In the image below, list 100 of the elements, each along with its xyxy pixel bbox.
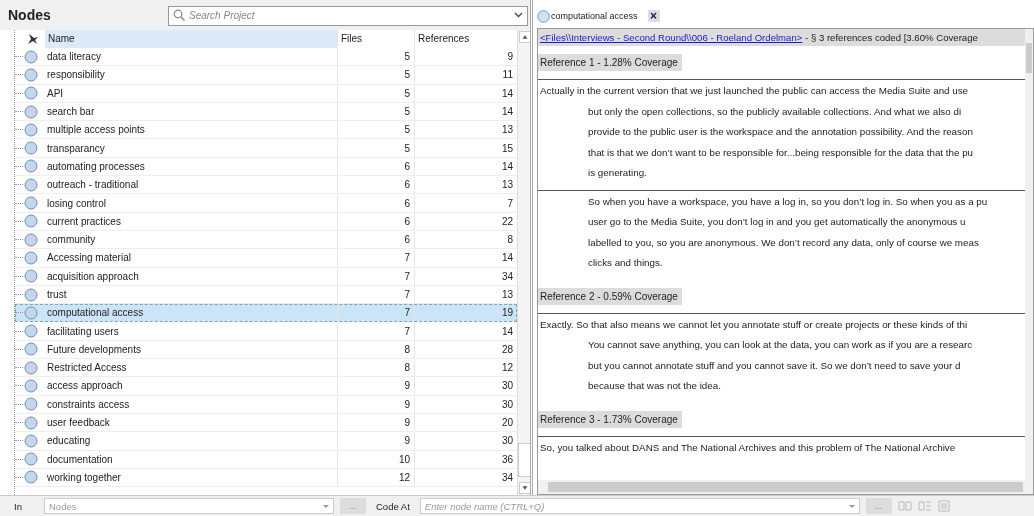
table-row[interactable]: API 5 14: [15, 84, 517, 103]
files-count: 7: [337, 286, 415, 303]
chevron-down-icon: [514, 12, 523, 18]
document-icon[interactable]: [937, 500, 950, 512]
node-name: responsibility: [46, 68, 106, 83]
files-count: 5: [337, 103, 415, 121]
column-header[interactable]: Files: [337, 30, 415, 48]
table-row[interactable]: automating processes 6 14: [15, 157, 517, 177]
files-count: 5: [337, 139, 415, 157]
transcript-line: but you cannot annotate stuff and you cannot save it. So we don’t need to save your d: [587, 358, 962, 373]
references-count: 13: [500, 178, 514, 193]
files-count: 5: [337, 66, 415, 84]
references-count: 11: [501, 68, 514, 83]
node-name: automating processes: [46, 159, 146, 174]
references-count: 20: [500, 416, 514, 431]
node-name: acquisition approach: [46, 269, 140, 284]
transcript-line: labelled to you, so you are anonymous. We don’t record any data, only of course we meas: [587, 235, 980, 250]
table-row[interactable]: facilitating users 7 14: [15, 322, 517, 341]
node-icon: [24, 67, 38, 82]
node-icon: [24, 86, 38, 101]
node-name: Accessing material: [46, 251, 132, 266]
pin-icon[interactable]: [27, 33, 39, 45]
node-icon: [24, 287, 38, 302]
node-icon: [24, 177, 38, 192]
node-name: facilitating users: [46, 324, 120, 339]
node-name: losing control: [46, 196, 107, 211]
table-row[interactable]: access approach 9 30: [15, 377, 517, 396]
node-name: transparancy: [46, 141, 106, 156]
references-count: 14: [500, 324, 514, 339]
table-row[interactable]: outreach - traditional 6 13: [15, 176, 517, 195]
node-icon: [24, 159, 38, 174]
table-row[interactable]: user feedback 9 20: [15, 413, 517, 433]
vertical-scrollbar[interactable]: [1025, 29, 1033, 481]
table-row[interactable]: educating 9 30: [15, 432, 517, 451]
scrollbar-thumb[interactable]: [548, 482, 1023, 493]
table-row[interactable]: Accessing material 7 14: [15, 249, 517, 268]
table-row[interactable]: current practices 6 22: [15, 212, 517, 231]
references-count: 30: [500, 379, 514, 394]
table-row[interactable]: computational access 7 19: [15, 304, 517, 323]
references-count: 14: [500, 251, 514, 266]
scroll-down-icon[interactable]: [519, 482, 530, 495]
document-tab[interactable]: computational access: [537, 9, 638, 23]
files-count: 5: [337, 121, 415, 139]
references-count: 12: [500, 361, 514, 376]
search-icon: [173, 9, 185, 21]
node-icon: [24, 470, 38, 485]
search-field[interactable]: Search Project: [168, 5, 528, 26]
source-link[interactable]: <Files\\Interviews - Second Round\\006 - Roeland Ordelman>: [540, 32, 803, 43]
references-count: 9: [506, 50, 514, 65]
references-count: 13: [500, 288, 514, 302]
table-row[interactable]: transparancy 5 15: [15, 139, 517, 158]
node-icon: [24, 324, 38, 339]
files-count: 6: [337, 194, 415, 212]
node-icon: [24, 49, 38, 64]
files-count: 7: [337, 267, 415, 285]
column-header[interactable]: References: [415, 30, 517, 48]
files-count: 8: [337, 340, 415, 358]
node-name: data literacy: [46, 50, 102, 65]
files-count: 6: [337, 157, 415, 175]
scroll-up-icon[interactable]: [519, 31, 530, 43]
references-count: 15: [500, 141, 514, 156]
node-icon: [24, 342, 38, 357]
node-icon: [24, 196, 38, 210]
node-name-field[interactable]: Enter node name (CTRL+Q): [419, 498, 860, 514]
scrollbar-thumb[interactable]: [1026, 43, 1032, 73]
table-row[interactable]: responsibility 5 11: [15, 66, 517, 85]
references-count: 22: [500, 214, 514, 229]
transcript-line: because that was not the idea.: [587, 379, 722, 393]
node-name: trust: [46, 288, 68, 302]
close-tab-button[interactable]: ×: [647, 10, 660, 22]
transcript-line: Actually in the current version that we just launched the public can access the Media Suite and use: [539, 84, 970, 98]
table-row[interactable]: search bar 5 14: [15, 102, 517, 122]
reference-heading: Reference 1 - 1.28% Coverage: [538, 54, 682, 71]
files-count: 8: [337, 359, 415, 377]
table-row[interactable]: acquisition approach 7 34: [15, 267, 517, 286]
node-icon: [24, 305, 38, 320]
node-name: user feedback: [46, 416, 111, 431]
files-count: 6: [337, 212, 415, 230]
references-count: 14: [500, 86, 514, 101]
table-row[interactable]: constraints access 9 30: [15, 395, 517, 414]
horizontal-scrollbar[interactable]: [538, 480, 1033, 495]
table-row[interactable]: Restricted Access 8 12: [15, 359, 517, 378]
table-row[interactable]: documentation 10 36: [15, 450, 517, 469]
transcript-line: user go to the Media Suite, you don’t log in and you get automatically the anonymous u: [587, 215, 967, 229]
table-row[interactable]: community 6 8: [15, 230, 517, 250]
table-row[interactable]: data literacy 5 9: [15, 48, 517, 67]
table-row[interactable]: multiple access points 5 13: [15, 121, 517, 140]
vertical-scrollbar[interactable]: [517, 30, 530, 496]
transcript-line: Exactly. So that also means we cannot let you annotate stuff or create projects or these kinds of thi: [539, 317, 969, 332]
table-row[interactable]: Future developments 8 28: [15, 340, 517, 360]
scrollbar-thumb[interactable]: [518, 443, 530, 478]
column-header[interactable]: Name: [45, 30, 337, 48]
table-row[interactable]: losing control 6 7: [15, 194, 517, 213]
node-icon: [24, 104, 38, 119]
table-row[interactable]: working together 12 34: [15, 468, 517, 488]
node-name: Future developments: [46, 342, 142, 357]
files-count: 7: [337, 249, 415, 267]
reference-heading: Reference 2 - 0.59% Coverage: [538, 287, 682, 305]
transcript-line: that is that we don’t want to be responsible for...being responsible for the data that the pu: [587, 145, 975, 160]
references-count: 8: [506, 233, 514, 248]
